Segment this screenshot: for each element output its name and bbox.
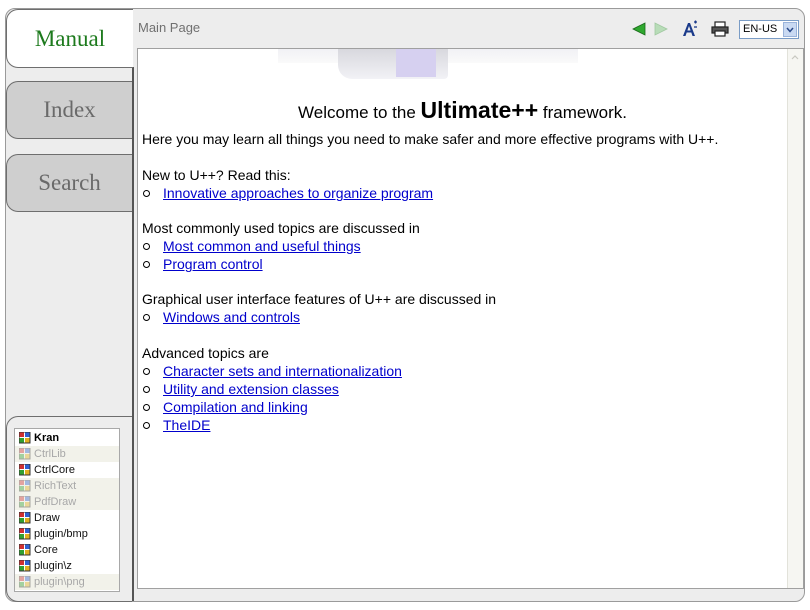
section-heading: New to U++? Read this: xyxy=(142,167,291,183)
package-icon xyxy=(19,544,31,556)
package-name: plugin/bmp xyxy=(34,528,88,540)
language-dropdown-button[interactable] xyxy=(783,22,797,37)
tab-manual[interactable]: Manual xyxy=(6,9,133,68)
list-item: Program control xyxy=(142,256,263,272)
list-item: TheIDE xyxy=(142,417,210,433)
package-name: plugin\z xyxy=(34,560,72,572)
package-name: Draw xyxy=(34,512,60,524)
package-item[interactable]: PdfDraw xyxy=(15,494,119,510)
language-value: EN-US xyxy=(743,23,778,35)
package-name: plugin\png xyxy=(34,576,85,588)
package-icon xyxy=(19,432,31,444)
package-name: RichText xyxy=(34,480,77,492)
scroll-up-button[interactable] xyxy=(790,52,800,62)
list-item: Innovative approaches to organize progra… xyxy=(142,185,433,201)
package-item[interactable]: Kran xyxy=(15,430,119,446)
package-icon xyxy=(19,464,31,476)
topic-link[interactable]: Windows and controls xyxy=(163,309,300,325)
topic-link[interactable]: Utility and extension classes xyxy=(163,381,339,397)
chevron-up-icon xyxy=(791,54,799,59)
package-name: CtrlLib xyxy=(34,448,66,460)
package-item[interactable]: RichText xyxy=(15,478,119,494)
page-title: Main Page xyxy=(138,20,201,35)
welcome-heading: Welcome to the Ultimate++ framework. xyxy=(298,97,627,123)
font-size-icon xyxy=(683,20,697,36)
package-icon xyxy=(19,528,31,540)
topic-link[interactable]: Character sets and internationalization xyxy=(163,363,402,379)
package-item[interactable]: CtrlLib xyxy=(15,446,119,462)
topic-link[interactable]: Compilation and linking xyxy=(163,399,308,415)
back-button[interactable] xyxy=(630,20,648,38)
bullet-icon xyxy=(143,367,150,375)
package-icon xyxy=(19,576,31,588)
package-icon xyxy=(19,512,31,524)
bullet-icon xyxy=(143,385,150,393)
topic-link[interactable]: Program control xyxy=(163,256,263,272)
list-item: Windows and controls xyxy=(142,309,300,325)
package-icon xyxy=(19,480,31,492)
tab-separator xyxy=(132,67,134,601)
package-name: PdfDraw xyxy=(34,496,77,508)
package-item[interactable]: plugin/bmp xyxy=(15,526,119,542)
list-item: Compilation and linking xyxy=(142,399,308,415)
topic-link[interactable]: Most common and useful things xyxy=(163,238,361,254)
bullet-icon xyxy=(143,242,150,250)
section-heading: Graphical user interface features of U++… xyxy=(142,291,497,307)
topic-link[interactable]: TheIDE xyxy=(163,417,210,433)
language-select[interactable]: EN-US xyxy=(739,20,799,39)
arrow-left-icon xyxy=(632,22,646,36)
package-item[interactable]: plugin\z xyxy=(15,558,119,574)
package-item[interactable]: Draw xyxy=(15,510,119,526)
forward-button[interactable] xyxy=(652,20,670,38)
printer-icon xyxy=(711,21,729,37)
section-heading: Most commonly used topics are discussed … xyxy=(142,220,420,236)
package-item[interactable]: CtrlCore xyxy=(15,462,119,478)
list-item: Utility and extension classes xyxy=(142,381,339,397)
bullet-icon xyxy=(143,421,150,429)
chevron-down-icon xyxy=(786,27,794,33)
list-item: Most common and useful things xyxy=(142,238,361,254)
package-name: CtrlCore xyxy=(34,464,75,476)
package-icon xyxy=(19,496,31,508)
package-item[interactable]: plugin\png xyxy=(15,574,119,590)
bullet-icon xyxy=(143,260,150,268)
bullet-icon xyxy=(143,313,150,321)
package-name: Kran xyxy=(34,432,60,444)
vertical-scrollbar[interactable] xyxy=(787,49,803,588)
arrow-right-icon xyxy=(654,22,668,36)
package-item[interactable]: Core xyxy=(15,542,119,558)
bullet-icon xyxy=(143,403,150,411)
list-item: Character sets and internationalization xyxy=(142,363,402,379)
print-button[interactable] xyxy=(711,20,729,38)
font-size-button[interactable] xyxy=(681,20,699,38)
tab-index[interactable]: Index xyxy=(6,81,132,139)
package-list[interactable]: Kran CtrlLib CtrlCore RichText PdfDraw D… xyxy=(14,428,120,592)
package-icon xyxy=(19,560,31,572)
section-heading: Advanced topics are xyxy=(142,345,269,361)
tab-search[interactable]: Search xyxy=(6,154,132,212)
help-content[interactable]: Welcome to the Ultimate++ framework. Her… xyxy=(137,48,804,589)
bullet-icon xyxy=(143,189,150,197)
banner-graphic-accent xyxy=(396,49,436,77)
package-name: Core xyxy=(34,544,58,556)
package-icon xyxy=(19,448,31,460)
topic-link[interactable]: Innovative approaches to organize progra… xyxy=(163,185,433,201)
intro-text: Here you may learn all things you need t… xyxy=(142,131,719,147)
